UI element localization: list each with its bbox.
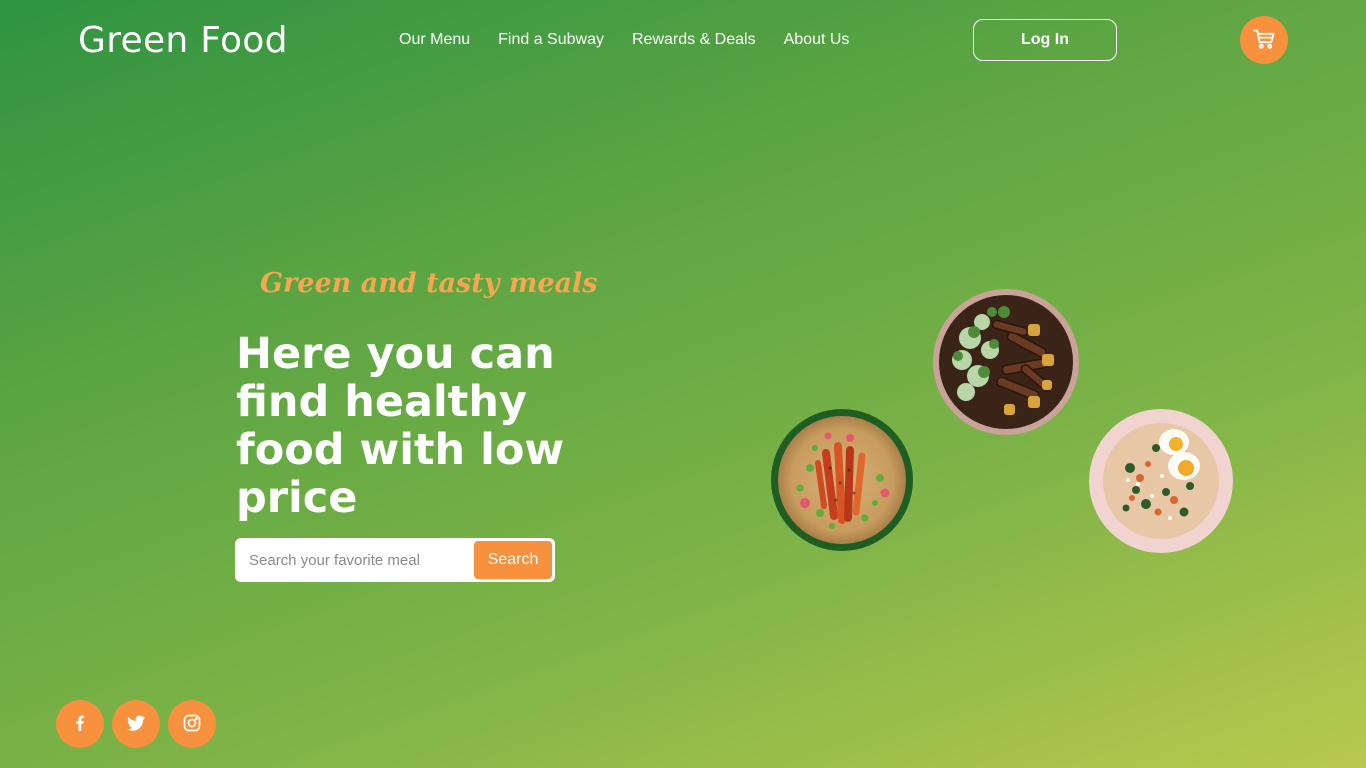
nav-rewards-deals[interactable]: Rewards & Deals [632, 31, 756, 49]
twitter-icon [127, 715, 145, 734]
instagram-button[interactable] [168, 700, 216, 748]
nav-find-a-subway[interactable]: Find a Subway [498, 31, 604, 49]
login-button[interactable]: Log In [973, 19, 1117, 61]
social-links [56, 700, 216, 748]
search-bar: Search [235, 538, 555, 582]
hero-headline: Here you can find healthy food with low … [236, 329, 565, 523]
facebook-button[interactable] [56, 700, 104, 748]
cart-button[interactable] [1240, 16, 1288, 64]
search-input[interactable] [237, 542, 474, 578]
facebook-icon [71, 714, 89, 735]
instagram-icon [183, 714, 201, 735]
twitter-button[interactable] [112, 700, 160, 748]
main-nav: Our Menu Find a Subway Rewards & Deals A… [399, 31, 849, 49]
cart-icon [1253, 29, 1275, 52]
egg-salad-bowl-image [1088, 408, 1234, 554]
nav-our-menu[interactable]: Our Menu [399, 31, 470, 49]
beef-broccoli-bowl-image [932, 288, 1080, 436]
salmon-rice-bowl-image [770, 408, 914, 552]
hero-tagline: Green and tasty meals [260, 268, 598, 299]
nav-about-us[interactable]: About Us [784, 31, 850, 49]
search-button[interactable]: Search [474, 541, 552, 579]
brand-logo[interactable]: Green Food [78, 20, 288, 61]
